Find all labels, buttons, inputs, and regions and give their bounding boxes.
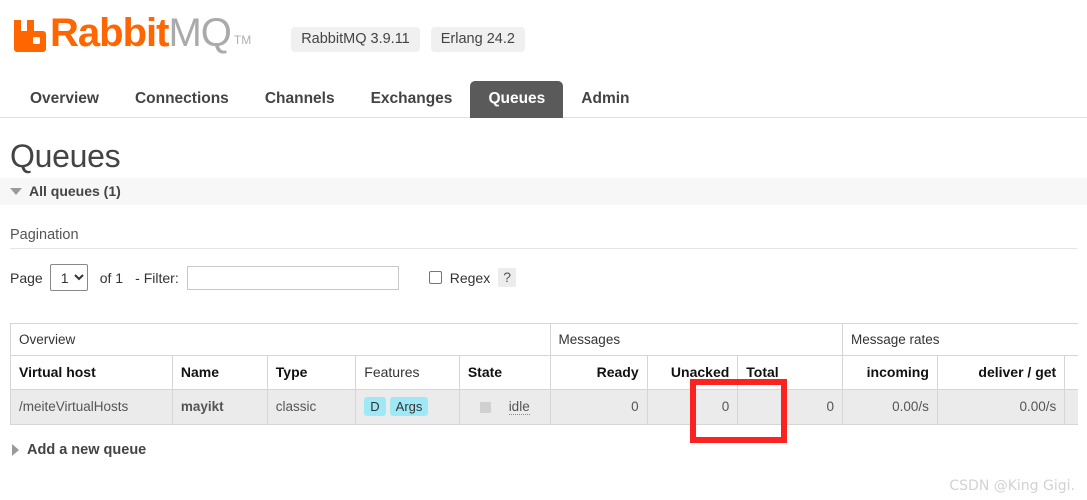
tab-queues[interactable]: Queues	[470, 81, 564, 118]
cell-virtual-host: /meiteVirtualHosts	[10, 389, 173, 425]
regex-help-button[interactable]: ?	[498, 268, 516, 287]
pager-separator: -	[135, 269, 140, 286]
cell-unacked: 0	[646, 389, 739, 425]
cell-queue-name[interactable]: mayikt	[171, 389, 268, 425]
logo-text-mq: MQ	[168, 11, 231, 55]
col-ready[interactable]: Ready	[549, 355, 648, 390]
cell-deliver-get: 0.00/s	[936, 389, 1066, 425]
state-label: idle	[508, 399, 530, 415]
filter-label: Filter:	[143, 269, 179, 286]
all-queues-label: All queues (1)	[29, 183, 121, 199]
app-header: Rabbit MQ TM RabbitMQ 3.9.11 Erlang 24.2	[0, 0, 1087, 70]
cell-state: idle	[458, 389, 551, 425]
table-row[interactable]: /meiteVirtualHosts mayikt classic D Args …	[10, 389, 1078, 425]
rabbitmq-logo[interactable]: Rabbit MQ TM	[12, 11, 251, 59]
feature-badge-durable: D	[364, 397, 386, 416]
col-total[interactable]: Total	[737, 355, 843, 390]
pagination-heading: Pagination	[10, 227, 1077, 249]
queues-table: Overview Messages Message rates Virtual …	[10, 323, 1078, 425]
filter-input[interactable]	[186, 265, 399, 290]
page-title: Queues	[10, 138, 121, 174]
cell-type: classic	[266, 389, 357, 425]
chevron-right-icon	[12, 444, 19, 456]
regex-option[interactable]: Regex ?	[428, 268, 516, 287]
col-ack[interactable]: ack	[1064, 355, 1078, 390]
group-header-message-rates: Message rates	[841, 323, 1078, 356]
col-unacked[interactable]: Unacked	[646, 355, 739, 390]
table-group-header-row: Overview Messages Message rates	[10, 323, 1078, 356]
tab-connections[interactable]: Connections	[117, 81, 247, 118]
col-name[interactable]: Name	[171, 355, 268, 390]
version-badges: RabbitMQ 3.9.11 Erlang 24.2	[291, 26, 525, 52]
page-select[interactable]: 1	[49, 264, 88, 291]
cell-features: D Args	[355, 389, 460, 425]
cell-ready: 0	[549, 389, 648, 425]
rabbit-logo-icon	[14, 20, 46, 52]
tab-exchanges[interactable]: Exchanges	[353, 81, 471, 118]
tab-overview[interactable]: Overview	[12, 81, 117, 118]
cell-ack: 0.00/s	[1064, 389, 1078, 425]
add-new-queue-toggle[interactable]: Add a new queue	[12, 442, 1087, 458]
erlang-version-badge: Erlang 24.2	[430, 26, 525, 52]
cell-incoming: 0.00/s	[841, 389, 938, 425]
col-virtual-host[interactable]: Virtual host	[10, 355, 173, 390]
page-label: Page	[10, 269, 43, 286]
feature-badge-args: Args	[389, 397, 429, 416]
regex-checkbox[interactable]	[428, 271, 442, 284]
watermark: CSDN @King Gigi.	[949, 478, 1075, 494]
tab-admin[interactable]: Admin	[563, 81, 647, 118]
group-header-overview: Overview	[10, 323, 551, 356]
add-new-queue-label: Add a new queue	[27, 442, 147, 458]
col-features: Features	[355, 355, 460, 390]
tab-channels[interactable]: Channels	[247, 81, 353, 118]
state-indicator-icon	[479, 401, 491, 413]
page-count-label: of 1	[99, 269, 124, 286]
table-column-header-row: Virtual host Name Type Features State Re…	[10, 355, 1078, 390]
regex-label: Regex	[449, 269, 491, 286]
trademark-symbol: TM	[233, 33, 252, 47]
col-type[interactable]: Type	[266, 355, 357, 390]
group-header-messages: Messages	[549, 323, 843, 356]
col-deliver-get[interactable]: deliver / get	[936, 355, 1066, 390]
pagination-controls: Page 1 of 1 - Filter: Regex ?	[10, 264, 1087, 291]
cell-total: 0	[737, 389, 843, 425]
all-queues-section-toggle[interactable]: All queues (1)	[0, 178, 1087, 205]
main-navigation: Overview Connections Channels Exchanges …	[0, 76, 1087, 118]
chevron-down-icon	[10, 187, 22, 195]
queues-table-container: Overview Messages Message rates Virtual …	[10, 323, 1078, 425]
rabbitmq-version-badge: RabbitMQ 3.9.11	[291, 26, 420, 52]
col-incoming[interactable]: incoming	[841, 355, 938, 390]
logo-text-rabbit: Rabbit	[50, 11, 169, 55]
col-state[interactable]: State	[458, 355, 551, 390]
